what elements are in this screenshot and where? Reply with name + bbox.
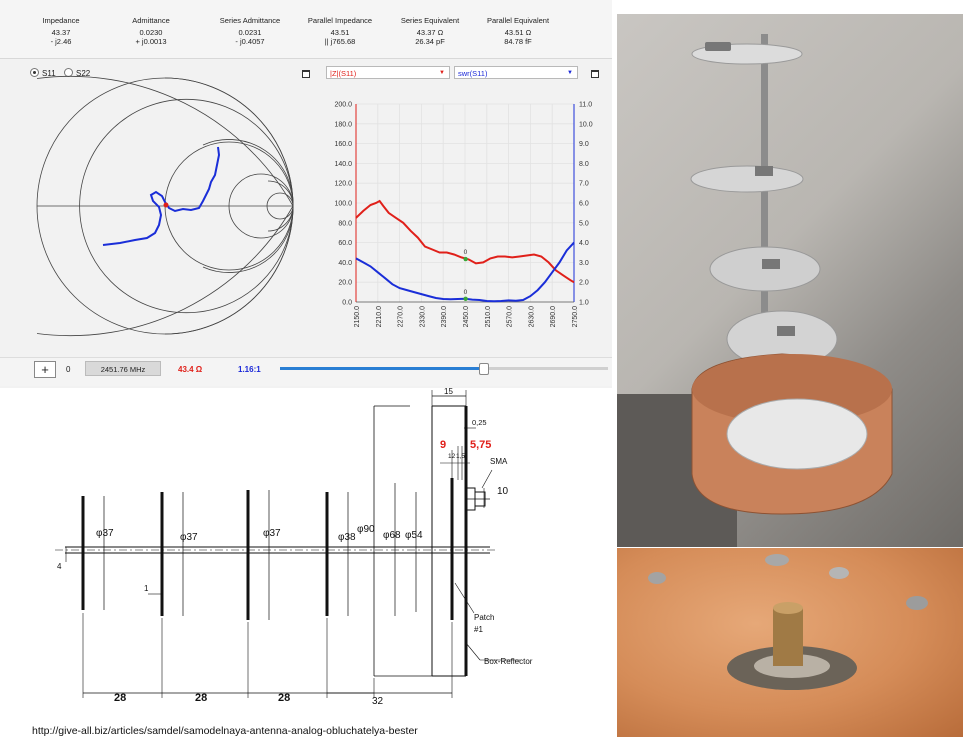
header-col-impedance: Impedance 43.37 - j2.46	[42, 16, 80, 46]
x-tick-label: 2450.0	[463, 306, 470, 328]
impedance-marker-dot	[463, 256, 468, 262]
vna-panel: Impedance 43.37 - j2.46 Admittance 0.023…	[0, 0, 612, 388]
antenna-drawing: φ37 φ37 φ37 φ38 φ90 φ68 φ54 15 0,25 9 5,…	[55, 388, 533, 707]
dim-1: 1	[144, 584, 149, 593]
patch-number-label: #1	[474, 625, 483, 634]
right-tick-label: 5.0	[579, 220, 589, 227]
measurement-header: Impedance 43.37 - j2.46 Admittance 0.023…	[0, 0, 612, 59]
chart-grid	[355, 103, 575, 303]
left-tick-label: 200.0	[334, 102, 352, 109]
x-tick-label: 2750.0	[572, 306, 579, 328]
dim-15: 15	[444, 388, 453, 396]
maximize-icon[interactable]	[591, 70, 599, 78]
dim-575: 5,75	[470, 439, 491, 451]
left-tick-label: 140.0	[334, 161, 352, 168]
source-url[interactable]: http://give-all.biz/articles/samdel/samo…	[32, 725, 418, 737]
marker-label: 0	[464, 249, 468, 256]
right-tick-label: 6.0	[579, 201, 589, 208]
x-tick-label: 2630.0	[528, 306, 535, 328]
disc2-diameter-label: φ37	[180, 532, 198, 543]
right-tick-label: 1.0	[579, 300, 589, 307]
x-tick-label: 2150.0	[354, 306, 361, 328]
reflector-diameter-label: φ90	[357, 524, 375, 535]
frequency-slider-fill	[280, 367, 484, 370]
inner-diameter-label: φ54	[405, 530, 423, 541]
impedance-readout: 43.4 Ω	[178, 365, 203, 374]
spacing-1: 28	[114, 692, 126, 704]
frequency-slider-thumb[interactable]	[479, 363, 490, 375]
disc4-diameter-label: φ38	[338, 532, 356, 543]
marker-label: 0	[464, 289, 468, 296]
dim-4: 4	[57, 562, 62, 571]
disc3-diameter-label: φ37	[263, 528, 281, 539]
smith-chart	[36, 75, 294, 337]
sma-pin-photo	[617, 548, 963, 737]
antenna-photo	[617, 14, 963, 547]
left-tick-label: 120.0	[334, 181, 352, 188]
header-col-parallel-impedance: Parallel Impedance 43.51 || j765.68	[307, 16, 373, 46]
x-tick-label: 2270.0	[398, 306, 405, 328]
dim-12: 12	[448, 453, 456, 460]
right-tick-label: 8.0	[579, 161, 589, 168]
x-tick-label: 2330.0	[419, 306, 426, 328]
antenna-photo-illustration	[617, 34, 893, 547]
left-tick-label: 100.0	[334, 201, 352, 208]
header-col-series-admittance: Series Admittance 0.0231 - j0.4057	[219, 16, 281, 46]
right-tick-label: 2.0	[579, 280, 589, 287]
left-axis-ticks: 0.0 20.0 40.0 60.0 80.0 100.0 120.0 140.0 160.0 1…	[334, 102, 352, 307]
dim-9: 9	[440, 439, 446, 451]
x-tick-label: 2510.0	[485, 306, 492, 328]
smith-trace	[102, 146, 221, 246]
left-tick-label: 180.0	[334, 121, 352, 128]
x-tick-label: 2690.0	[550, 306, 557, 328]
left-tick-label: 20.0	[338, 280, 352, 287]
x-axis-ticks: 2150.0 2210.0 2270.0 2330.0 2390.0 2450.0 2510…	[354, 306, 579, 328]
add-marker-button[interactable]: +	[34, 361, 56, 378]
impedance-swr-chart: 0.0 20.0 40.0 60.0 80.0 100.0 120.0 140.0 160.0 1…	[334, 102, 593, 328]
left-tick-label: 60.0	[338, 240, 352, 247]
right-tick-label: 10.0	[579, 121, 593, 128]
right-trace-select[interactable]: swr(S11) ▼	[454, 66, 578, 79]
frequency-field[interactable]: 2451.76 MHz	[85, 361, 161, 376]
right-tick-label: 9.0	[579, 141, 589, 148]
chart-marker: 00	[463, 249, 468, 302]
sma-label: SMA	[490, 457, 508, 466]
sma-pin-illustration	[648, 554, 928, 690]
swr-marker-dot	[463, 296, 468, 302]
right-tick-label: 7.0	[579, 181, 589, 188]
header-col-series-equivalent: Series Equivalent 43.37 Ω 26.34 pF	[400, 16, 460, 46]
x-tick-label: 2570.0	[507, 306, 514, 328]
left-trace-select[interactable]: |Z|(S11) ▼	[326, 66, 450, 79]
left-tick-label: 80.0	[338, 220, 352, 227]
reflector-label: Box-Reflector	[484, 657, 533, 666]
right-tick-label: 11.0	[579, 102, 592, 109]
dim-025: 0,25	[472, 418, 487, 427]
header-col-admittance: Admittance 0.0230 + j0.0013	[132, 16, 170, 46]
patch-label: Patch	[474, 613, 494, 622]
disc1-diameter-label: φ37	[96, 528, 114, 539]
spacing-3: 28	[278, 692, 290, 704]
smith-marker	[163, 202, 169, 208]
marker-index: 0	[66, 365, 71, 374]
right-tick-label: 3.0	[579, 260, 589, 267]
dim-10: 10	[497, 486, 509, 497]
x-tick-label: 2210.0	[376, 306, 383, 328]
dim-15-small: 1,5	[456, 453, 465, 460]
swr-readout: 1.16:1	[238, 365, 261, 374]
left-tick-label: 40.0	[338, 260, 352, 267]
patch-diameter-label: φ68	[383, 530, 401, 541]
left-tick-label: 160.0	[334, 141, 352, 148]
right-axis-ticks: 1.0 2.0 3.0 4.0 5.0 6.0 7.0 8.0 9.0 10.0 11.0	[579, 102, 593, 307]
chevron-down-icon: ▼	[567, 70, 573, 76]
left-tick-label: 0.0	[342, 300, 352, 307]
chevron-down-icon: ▼	[439, 70, 445, 76]
x-tick-label: 2390.0	[441, 306, 448, 328]
header-col-parallel-equivalent: Parallel Equivalent 43.51 Ω 84.78 fF	[486, 16, 550, 46]
drawing-lines	[55, 390, 520, 698]
spacing-2: 28	[195, 692, 207, 704]
spacing-4: 32	[372, 696, 384, 707]
right-tick-label: 4.0	[579, 240, 589, 247]
